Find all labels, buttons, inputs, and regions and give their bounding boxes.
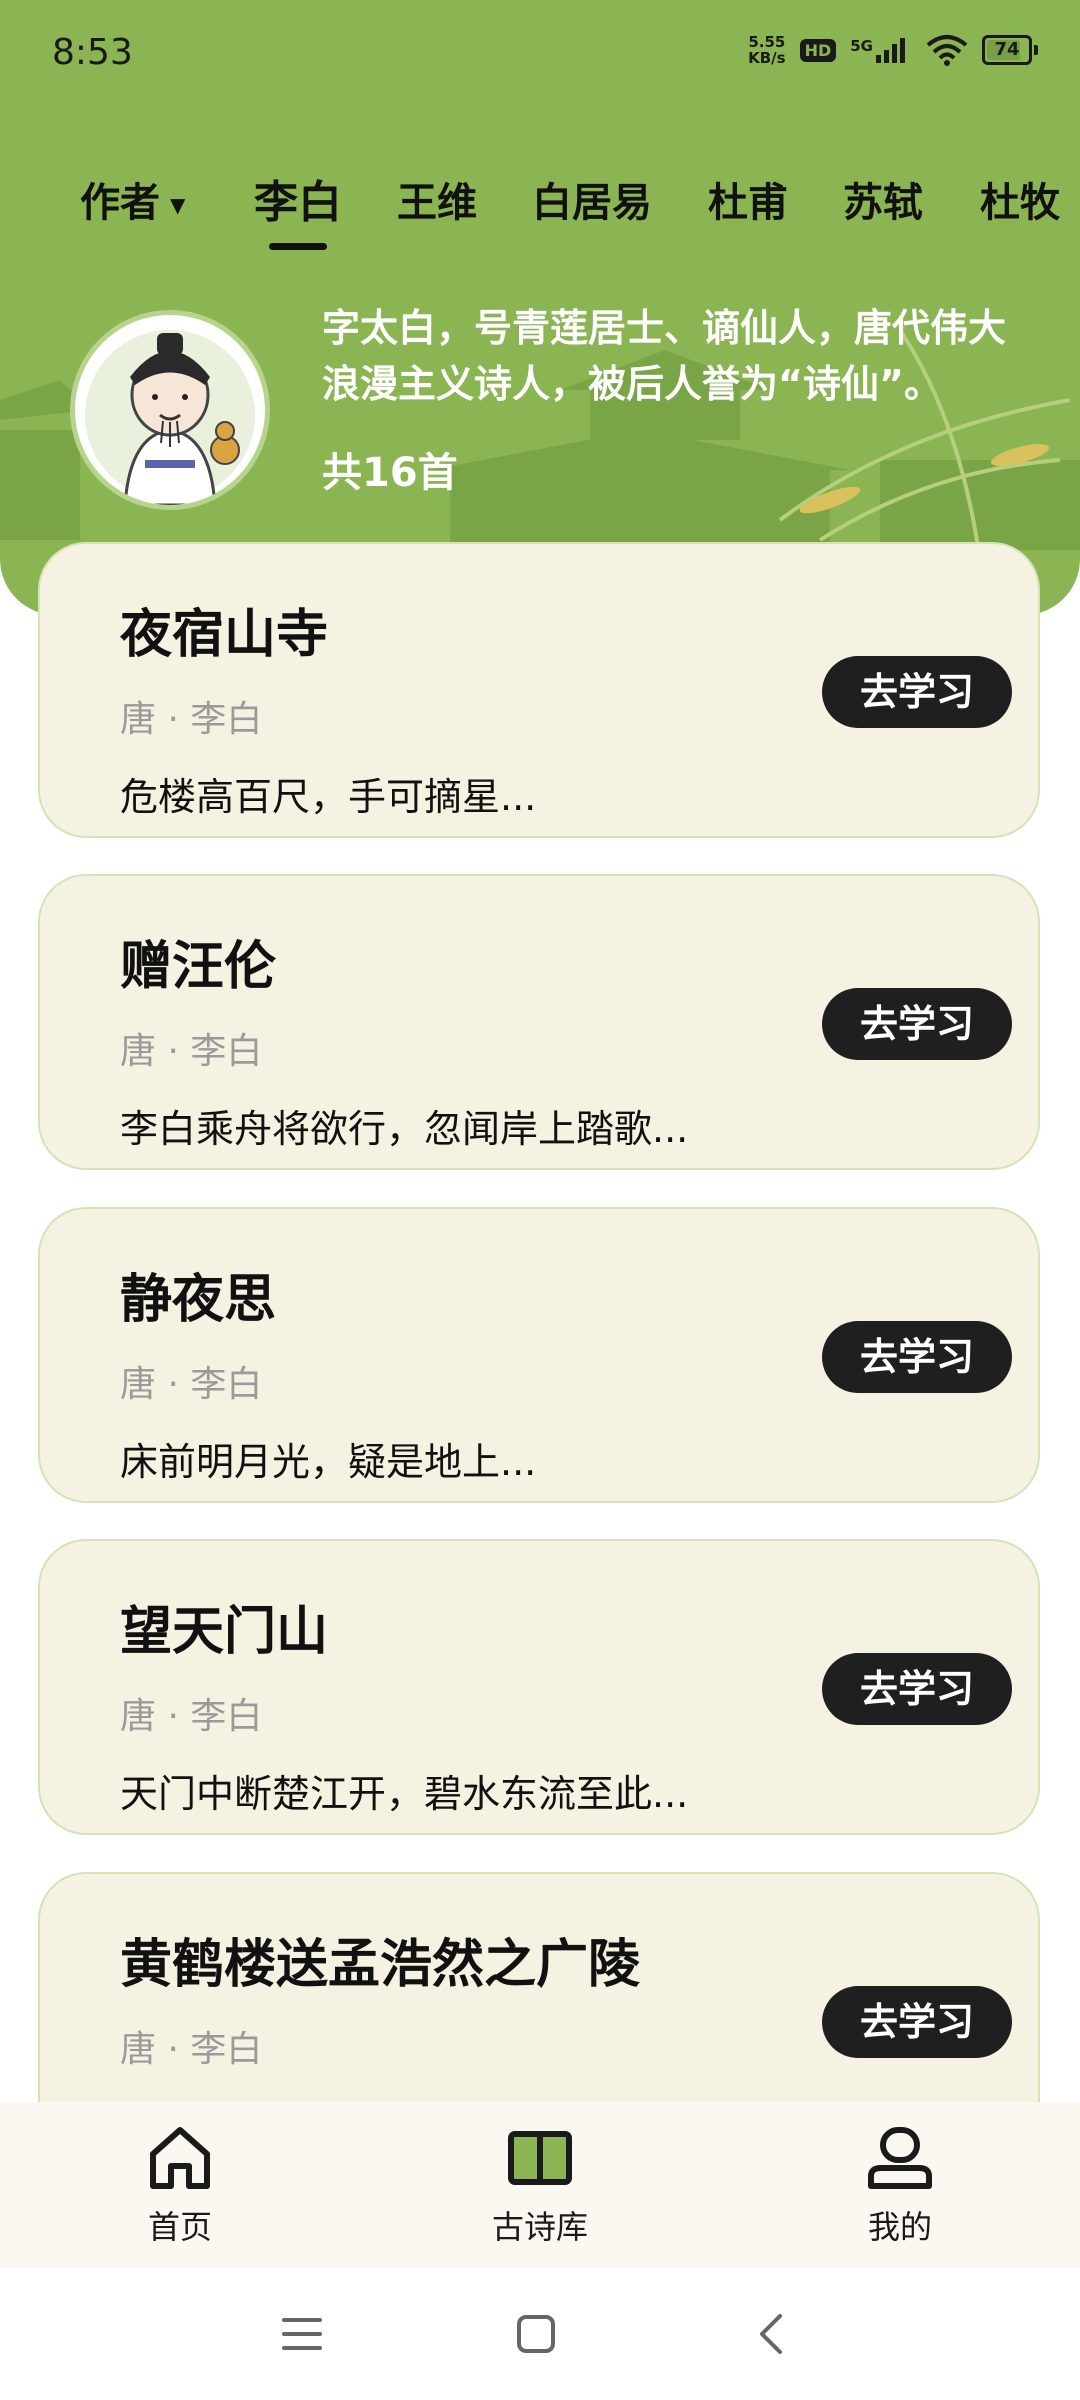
poem-count: 共16首 <box>322 450 458 496</box>
status-bar: 8:53 5.55 KB/s HD 5G 74 <box>0 0 1080 110</box>
poem-card[interactable]: 夜宿山寺 唐 · 李白 危楼高百尺，手可摘星... 去学习 <box>38 542 1040 838</box>
tab-author-3[interactable]: 杜甫 <box>708 170 788 228</box>
tab-author-5[interactable]: 杜牧 <box>980 170 1060 228</box>
cellular-signal-icon: 5G <box>850 37 912 63</box>
active-tab-indicator <box>269 243 327 250</box>
learn-button[interactable]: 去学习 <box>822 656 1012 728</box>
poem-title: 望天门山 <box>120 1602 329 1662</box>
caret-down-icon: ▼ <box>170 193 186 217</box>
tab-author-4[interactable]: 苏轼 <box>843 170 923 228</box>
author-filter-dropdown[interactable]: 作者 ▼ <box>80 170 185 228</box>
tab-author-2[interactable]: 白居易 <box>532 170 652 228</box>
learn-button[interactable]: 去学习 <box>822 988 1012 1060</box>
author-tabs: 作者 ▼ 李白 王维 白居易 杜甫 苏轼 杜牧 <box>0 160 1080 250</box>
battery-icon: 74 <box>982 35 1038 65</box>
learn-button[interactable]: 去学习 <box>822 1321 1012 1393</box>
poem-card[interactable]: 望天门山 唐 · 李白 天门中断楚江开，碧水东流至此... 去学习 <box>38 1539 1040 1835</box>
learn-button[interactable]: 去学习 <box>822 1653 1012 1725</box>
poem-meta: 唐 · 李白 <box>120 2029 263 2070</box>
poem-excerpt: 床前明月光，疑是地上... <box>120 1440 537 1484</box>
poem-meta: 唐 · 李白 <box>120 1696 263 1737</box>
tab-author-1[interactable]: 王维 <box>397 170 477 228</box>
learn-button[interactable]: 去学习 <box>822 1986 1012 2058</box>
poem-excerpt: 李白乘舟将欲行，忽闻岸上踏歌... <box>120 1107 689 1151</box>
poem-meta: 唐 · 李白 <box>120 1364 263 1405</box>
home-square-icon[interactable] <box>516 2314 556 2354</box>
poem-meta: 唐 · 李白 <box>120 1031 263 1072</box>
bottom-nav: 首页 古诗库 我的 <box>0 2102 1080 2268</box>
hd-badge: HD <box>799 38 837 62</box>
poem-excerpt: 危楼高百尺，手可摘星... <box>120 775 537 819</box>
status-time: 8:53 <box>52 32 133 73</box>
nav-home[interactable]: 首页 <box>80 2124 280 2248</box>
book-icon <box>508 2131 572 2185</box>
poem-meta: 唐 · 李白 <box>120 699 263 740</box>
system-nav-bar <box>0 2268 1080 2400</box>
poem-card[interactable]: 赠汪伦 唐 · 李白 李白乘舟将欲行，忽闻岸上踏歌... 去学习 <box>38 874 1040 1170</box>
poet-intro: 字太白，号青莲居士、谪仙人，唐代伟大浪漫主义诗人，被后人誉为“诗仙”。 <box>322 306 1007 406</box>
status-icons: 5.55 KB/s HD 5G 74 <box>748 33 1038 67</box>
nav-poem-library[interactable]: 古诗库 <box>440 2124 640 2248</box>
poem-title: 夜宿山寺 <box>120 605 329 665</box>
poet-avatar <box>70 310 270 510</box>
poem-title: 赠汪伦 <box>120 937 277 997</box>
nav-profile[interactable]: 我的 <box>800 2124 1000 2248</box>
poem-card[interactable]: 静夜思 唐 · 李白 床前明月光，疑是地上... 去学习 <box>38 1207 1040 1503</box>
network-speed: 5.55 KB/s <box>748 33 786 67</box>
tab-author-0[interactable]: 李白 <box>254 166 342 250</box>
wifi-icon <box>926 35 968 66</box>
profile-icon <box>868 2127 932 2189</box>
home-icon <box>150 2127 210 2189</box>
poem-title: 静夜思 <box>120 1270 277 1330</box>
menu-icon[interactable] <box>282 2314 322 2354</box>
poem-title: 黄鹤楼送孟浩然之广陵 <box>120 1935 641 1995</box>
back-icon[interactable] <box>752 2314 792 2354</box>
poem-excerpt: 天门中断楚江开，碧水东流至此... <box>120 1772 689 1816</box>
